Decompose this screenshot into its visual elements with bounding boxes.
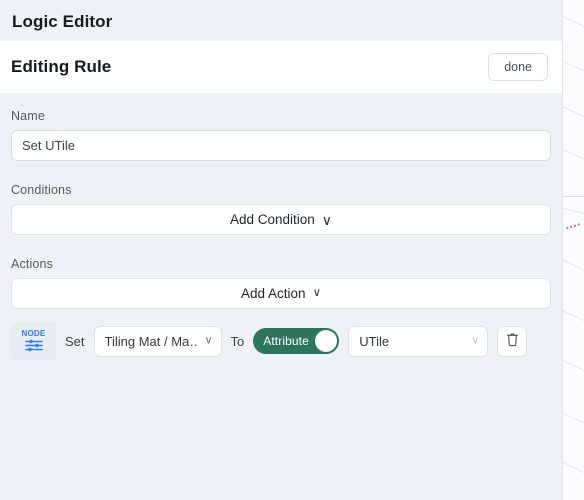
conditions-label: Conditions [11,183,72,197]
chevron-down-icon: ∨ [204,334,213,347]
node-graph-background-panel [562,0,584,500]
graph-wire [563,357,584,373]
attribute-mode-toggle[interactable]: Attribute [253,328,340,354]
node-badge-label: NODE [21,329,46,338]
node-source-chip[interactable]: NODE [11,322,56,360]
editing-rule-title: Editing Rule [11,57,112,76]
add-condition-label: Add Condition [229,212,315,227]
target-attribute-select[interactable]: Tiling Mat / Ma… ∨ [93,325,222,357]
value-select[interactable]: UTile ∨ [348,325,489,357]
graph-wire [563,13,584,29]
graph-wire [563,256,584,273]
delete-action-button[interactable] [497,325,528,357]
graph-wire [563,459,584,475]
add-action-label: Add Action [241,286,306,301]
to-keyword-label: To [230,333,245,349]
graph-divider [563,196,584,197]
target-attribute-value: Tiling Mat / Ma… [104,333,199,349]
logic-editor-window: Logic Editor Editing Rule done Name Cond… [0,0,584,500]
graph-wire [563,58,584,73]
logic-editor-panel: Logic Editor Editing Rule done Name Cond… [0,0,562,500]
set-keyword-label: Set [65,333,85,349]
chevron-down-icon: ∨ [321,211,333,228]
graph-wire [563,205,584,215]
toggle-knob [315,330,338,352]
chevron-down-icon: ∨ [312,286,321,299]
graph-wire [563,146,584,161]
add-condition-button[interactable]: Add Condition ∨ [11,204,551,235]
graph-wire-error [566,222,582,230]
name-label: Name [11,109,45,123]
sliders-icon [24,339,43,352]
action-row: NODE Set Tiling Mat / Ma… ∨ To Attribute… [11,322,551,360]
attribute-toggle-label: Attribute [263,334,309,348]
trash-icon [506,332,519,350]
value-select-value: UTile [359,333,390,349]
editor-body: Name Conditions Add Condition ∨ Actions … [0,93,562,360]
add-action-button[interactable]: Add Action ∨ [11,278,551,309]
chevron-down-icon: ∨ [471,334,480,347]
editing-rule-header: Editing Rule done [0,41,562,93]
graph-wire [563,410,584,425]
page-title: Logic Editor [12,12,113,31]
actions-label: Actions [11,257,54,271]
rule-name-input[interactable] [11,130,551,161]
graph-wire [563,307,584,323]
graph-wire [563,103,584,119]
done-button[interactable]: done [488,52,548,82]
